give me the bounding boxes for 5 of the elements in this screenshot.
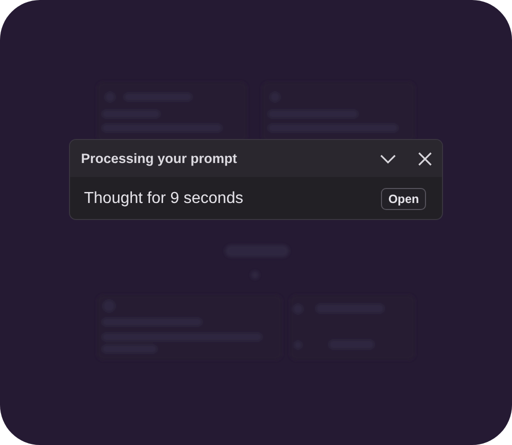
close-icon[interactable] [418,152,432,166]
open-button[interactable]: Open [381,188,426,210]
dialog-title: Processing your prompt [81,151,238,166]
chevron-down-icon[interactable] [380,154,396,164]
status-message: Thought for 9 seconds [84,190,244,208]
